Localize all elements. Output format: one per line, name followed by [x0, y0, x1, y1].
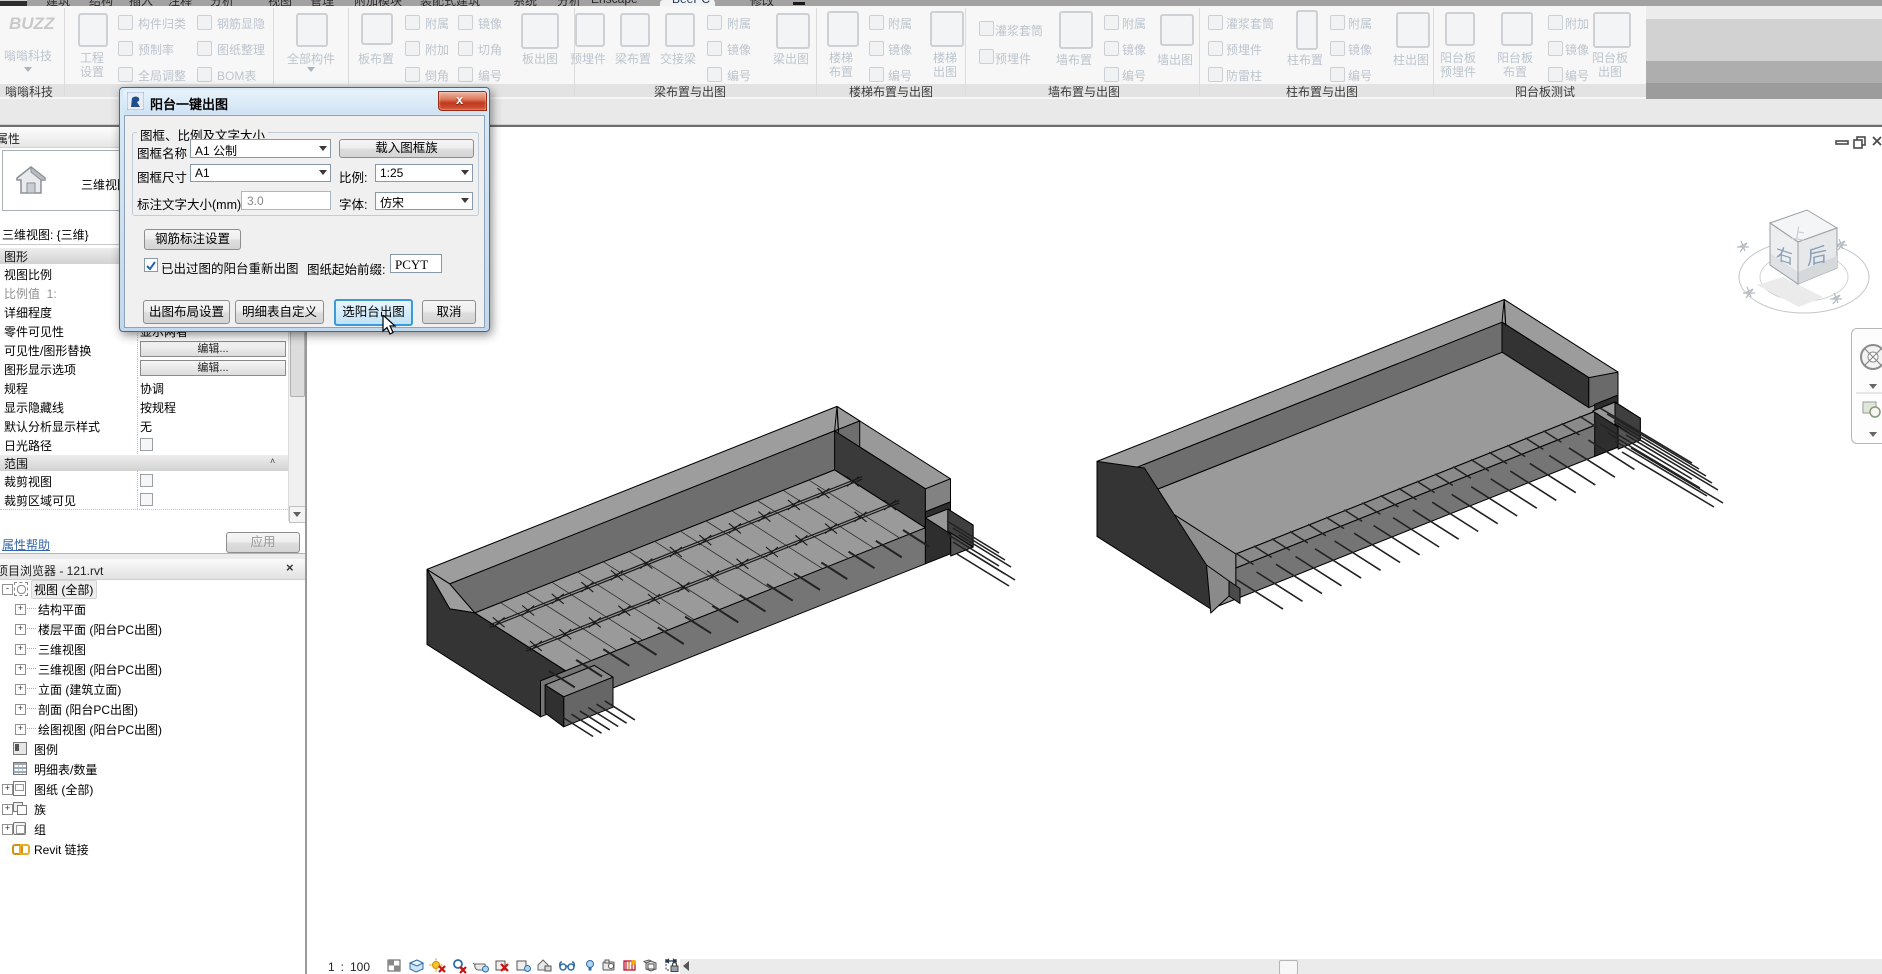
svg-text:上: 上 [1789, 225, 1806, 244]
svg-text:后: 后 [1807, 243, 1827, 270]
